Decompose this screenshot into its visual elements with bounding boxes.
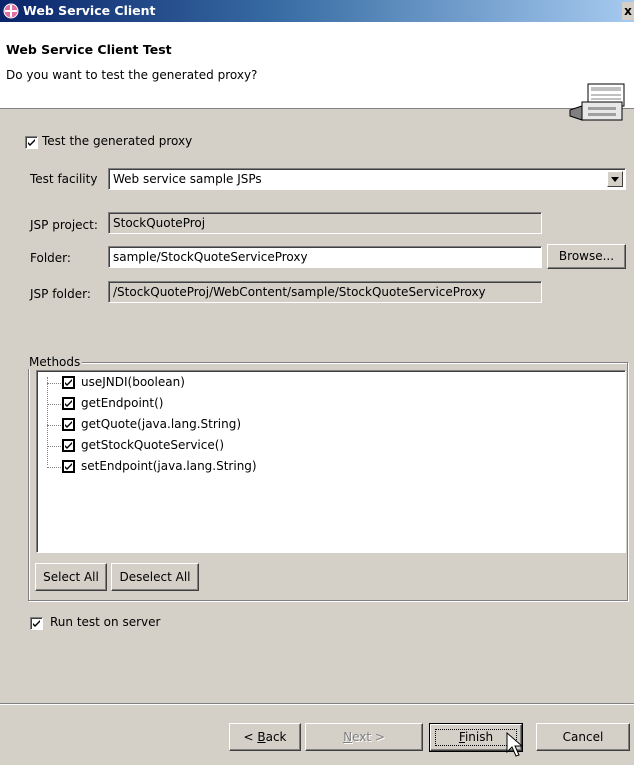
- check-icon: [33, 620, 40, 627]
- back-button[interactable]: < Back: [229, 723, 301, 751]
- next-button[interactable]: Next >: [305, 723, 423, 751]
- deselect-all-button[interactable]: Deselect All: [111, 563, 199, 591]
- deselect-all-label: Deselect All: [119, 570, 191, 584]
- page-title: Web Service Client Test: [6, 42, 172, 57]
- jsp-project-label: JSP project:: [30, 218, 98, 232]
- method-checkbox[interactable]: [62, 376, 75, 389]
- focus-rect: [435, 729, 517, 746]
- browse-button[interactable]: Browse...: [547, 244, 626, 269]
- check-icon: [65, 463, 72, 470]
- select-all-label: Select All: [43, 570, 99, 584]
- back-rest: ack: [265, 730, 287, 744]
- methods-tree[interactable]: useJNDI(boolean) getEndpoint() getQuote(…: [36, 370, 626, 553]
- test-facility-combo[interactable]: Web service sample JSPs: [108, 168, 626, 190]
- check-icon: [28, 139, 35, 146]
- method-label: getEndpoint(): [81, 396, 164, 410]
- test-facility-label: Test facility: [30, 172, 98, 186]
- folder-input[interactable]: sample/StockQuoteServiceProxy: [108, 246, 542, 268]
- method-checkbox[interactable]: [62, 397, 75, 410]
- check-icon: [65, 442, 72, 449]
- check-icon: [65, 400, 72, 407]
- next-rest: ext >: [352, 730, 385, 744]
- back-prefix: <: [243, 730, 258, 744]
- folder-label: Folder:: [30, 251, 71, 265]
- mouse-cursor-icon: [506, 732, 524, 757]
- next-button-label: Next >: [343, 730, 385, 744]
- page-description: Do you want to test the generated proxy?: [6, 68, 258, 82]
- test-proxy-checkbox[interactable]: [25, 136, 38, 149]
- jsp-folder-field: /StockQuoteProj/WebContent/sample/StockQ…: [108, 281, 542, 303]
- chevron-down-icon[interactable]: [607, 171, 623, 187]
- jsp-folder-value: /StockQuoteProj/WebContent/sample/StockQ…: [113, 285, 486, 299]
- methods-legend: Methods: [27, 355, 83, 369]
- title-bar[interactable]: Web Service Client x: [0, 0, 634, 22]
- next-mnemonic: N: [343, 730, 353, 744]
- tree-connector: [47, 377, 48, 465]
- check-icon: [65, 421, 72, 428]
- method-checkbox[interactable]: [62, 418, 75, 431]
- window-title: Web Service Client: [23, 3, 156, 18]
- test-proxy-label: Test the generated proxy: [42, 134, 193, 148]
- run-on-server-label: Run test on server: [50, 615, 161, 629]
- browse-button-label: Browse...: [558, 249, 615, 263]
- back-mnemonic: B: [257, 730, 266, 744]
- method-label: setEndpoint(java.lang.String): [81, 459, 257, 473]
- method-label: useJNDI(boolean): [81, 375, 185, 389]
- test-facility-value: Web service sample JSPs: [113, 172, 262, 186]
- method-checkbox[interactable]: [62, 439, 75, 452]
- method-label: getQuote(java.lang.String): [81, 417, 242, 431]
- wizard-banner-icon: [569, 83, 625, 121]
- jsp-folder-label: JSP folder:: [30, 287, 91, 301]
- folder-value: sample/StockQuoteServiceProxy: [113, 250, 308, 264]
- back-button-label: < Back: [243, 730, 286, 744]
- cancel-button[interactable]: Cancel: [536, 723, 630, 751]
- close-icon[interactable]: x: [622, 2, 634, 20]
- wizard-banner: Web Service Client Test Do you want to t…: [0, 22, 634, 121]
- jsp-project-field: StockQuoteProj: [108, 212, 542, 234]
- eclipse-wizard-icon: [3, 3, 19, 19]
- check-icon: [65, 379, 72, 386]
- cancel-button-label: Cancel: [562, 730, 604, 744]
- method-label: getStockQuoteService(): [81, 438, 225, 452]
- method-checkbox[interactable]: [62, 460, 75, 473]
- run-on-server-checkbox[interactable]: [30, 617, 43, 630]
- select-all-button[interactable]: Select All: [35, 563, 107, 591]
- jsp-project-value: StockQuoteProj: [113, 216, 206, 230]
- footer-separator-highlight: [0, 704, 634, 705]
